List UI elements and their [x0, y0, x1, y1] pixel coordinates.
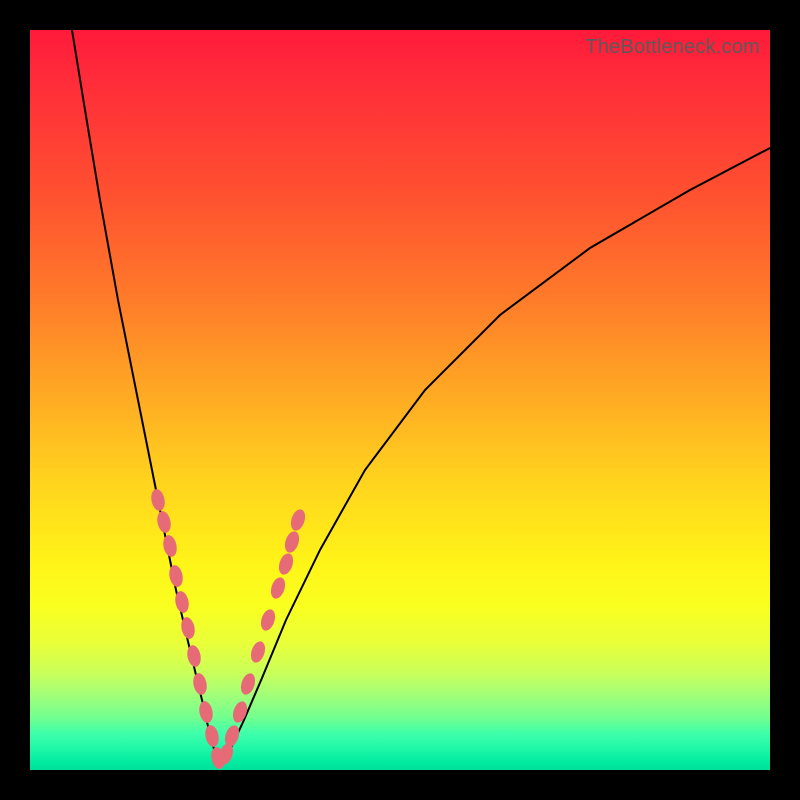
bead [155, 510, 172, 534]
bead [191, 672, 208, 696]
plot-area: TheBottleneck.com [30, 30, 770, 770]
chart-frame: TheBottleneck.com [0, 0, 800, 800]
beads-left [149, 488, 226, 770]
right-curve [220, 148, 770, 768]
bead [248, 640, 267, 665]
watermark-text: TheBottleneck.com [585, 36, 760, 59]
bead [230, 700, 249, 725]
bead [203, 724, 220, 748]
bead [161, 534, 178, 558]
bead [288, 508, 307, 533]
bead [282, 530, 301, 555]
bead [276, 552, 295, 577]
beads-right [216, 508, 307, 767]
bead [258, 608, 277, 633]
curves-layer [30, 30, 770, 770]
bead [268, 576, 287, 601]
bead [167, 564, 184, 588]
bead [197, 700, 214, 724]
bead [185, 644, 202, 668]
bead [149, 488, 166, 512]
